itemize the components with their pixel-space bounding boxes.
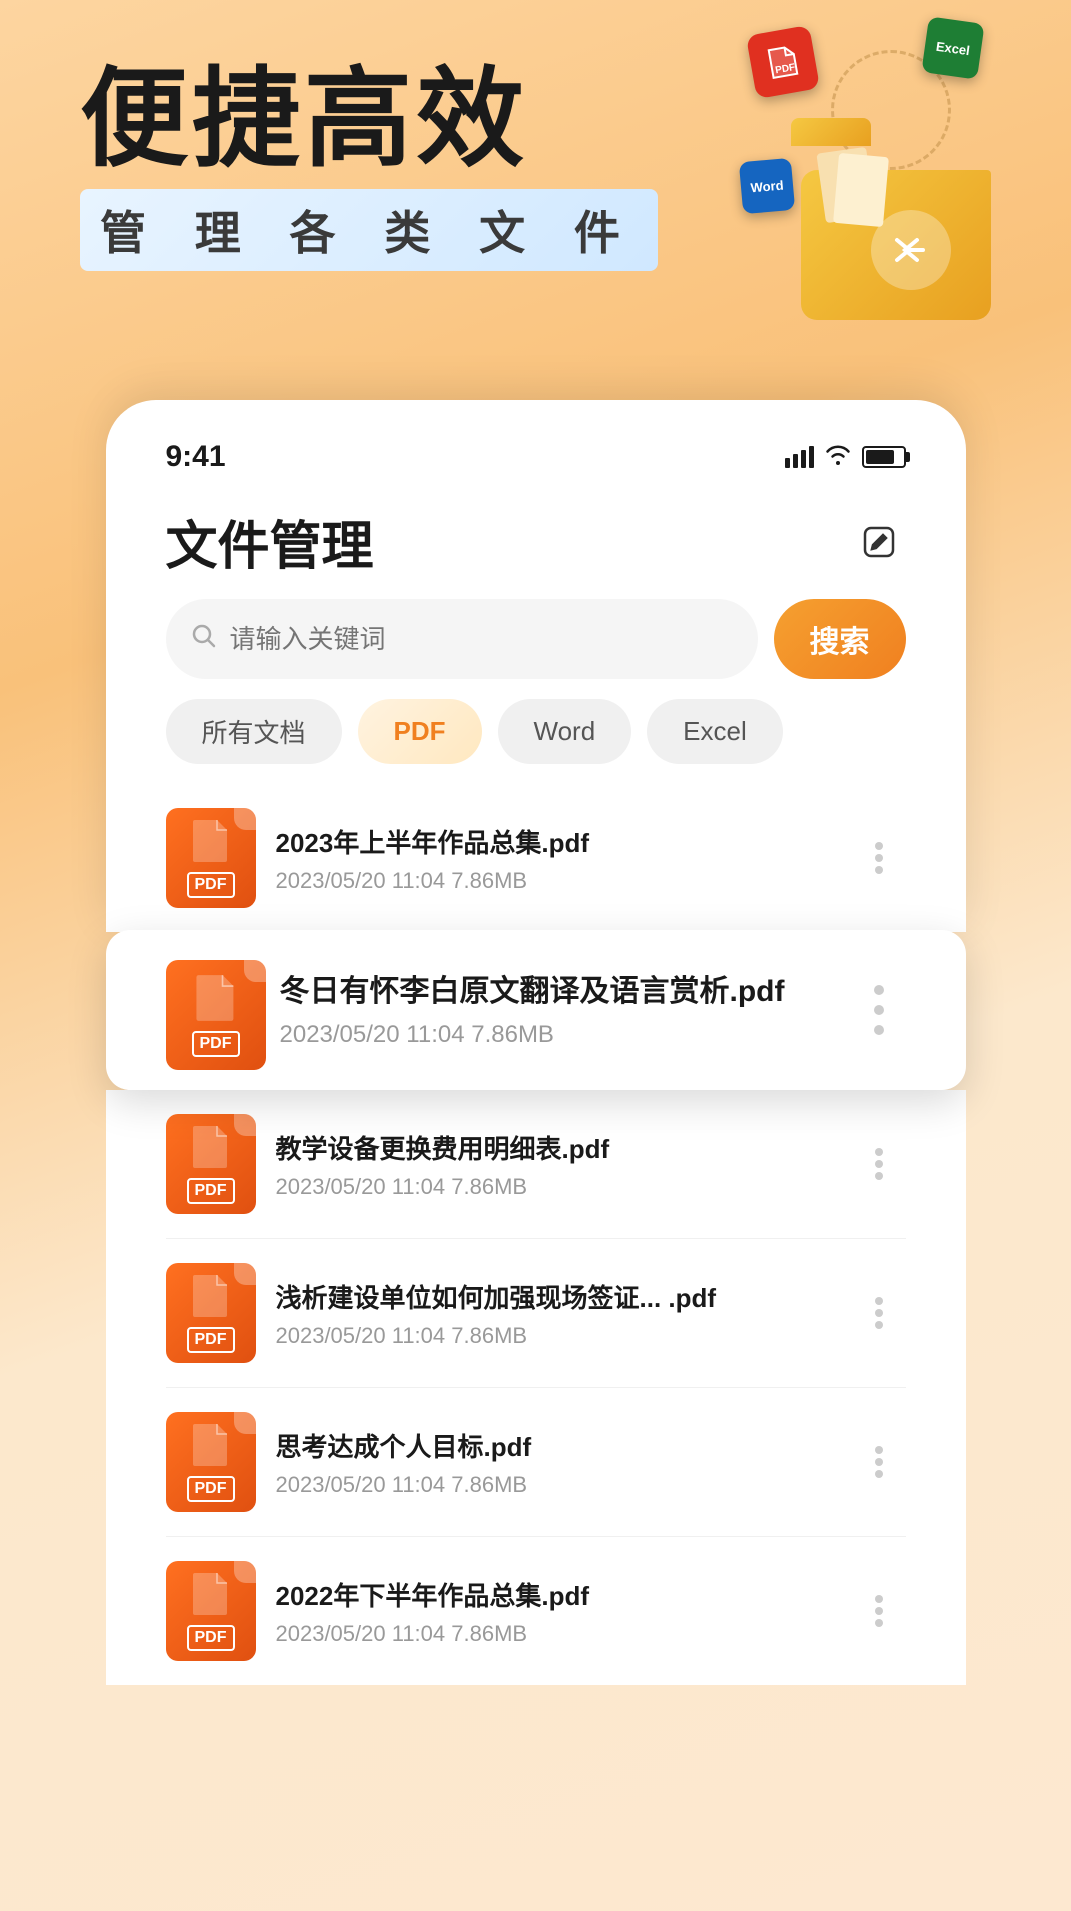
file-name: 2022年下半年作品总集.pdf <box>276 1576 776 1613</box>
tab-word[interactable]: Word <box>498 699 632 764</box>
file-info: 2023年上半年作品总集.pdf 2023/05/20 11:04 7.86MB <box>276 823 832 894</box>
word-floating-icon: Word <box>739 158 795 214</box>
file-icon: PDF <box>166 808 256 908</box>
lower-file-list: PDF 教学设备更换费用明细表.pdf 2023/05/20 11:04 7.8… <box>106 1090 966 1685</box>
table-row[interactable]: PDF 2023年上半年作品总集.pdf 2023/05/20 11:04 7.… <box>166 784 906 932</box>
file-name: 2023年上半年作品总集.pdf <box>276 823 776 860</box>
file-name: 思考达成个人目标.pdf <box>276 1427 776 1464</box>
file-info: 2022年下半年作品总集.pdf 2023/05/20 11:04 7.86MB <box>276 1576 832 1647</box>
status-time: 9:41 <box>166 440 226 474</box>
folder-tab <box>791 118 871 146</box>
file-name-active: 冬日有怀李白原文翻译及语言赏析.pdf <box>280 972 828 1011</box>
app-header: 文件管理 <box>146 494 926 599</box>
status-icons <box>785 443 906 471</box>
signal-bars-icon <box>785 446 814 468</box>
hero-icons: PDF Excel Word <box>731 20 1011 320</box>
file-more-button[interactable] <box>852 838 906 878</box>
file-more-button[interactable] <box>852 1144 906 1184</box>
file-meta: 2023/05/20 11:04 7.86MB <box>276 1472 832 1498</box>
folder-icon <box>791 140 991 320</box>
search-icon <box>190 622 218 657</box>
pdf-floating-icon: PDF <box>746 25 820 99</box>
tab-excel[interactable]: Excel <box>647 699 783 764</box>
file-icon: PDF <box>166 1263 256 1363</box>
file-icon: PDF <box>166 1561 256 1661</box>
folder-body <box>801 170 991 320</box>
search-button[interactable]: 搜索 <box>774 599 906 679</box>
file-more-button[interactable] <box>852 1293 906 1333</box>
file-item-active[interactable]: PDF 冬日有怀李白原文翻译及语言赏析.pdf 2023/05/20 11:04… <box>106 930 966 1090</box>
search-input-wrap[interactable] <box>166 599 758 679</box>
file-name: 浅析建设单位如何加强现场签证... .pdf <box>276 1278 776 1315</box>
file-info: 浅析建设单位如何加强现场签证... .pdf 2023/05/20 11:04 … <box>276 1278 832 1349</box>
status-bar: 9:41 <box>146 430 926 484</box>
file-meta: 2023/05/20 11:04 7.86MB <box>276 1174 832 1200</box>
file-info: 思考达成个人目标.pdf 2023/05/20 11:04 7.86MB <box>276 1427 832 1498</box>
file-icon: PDF <box>166 1114 256 1214</box>
table-row[interactable]: PDF 浅析建设单位如何加强现场签证... .pdf 2023/05/20 11… <box>166 1239 906 1388</box>
battery-icon <box>862 446 906 468</box>
file-info: 教学设备更换费用明细表.pdf 2023/05/20 11:04 7.86MB <box>276 1129 832 1200</box>
filter-tabs: 所有文档 PDF Word Excel <box>146 699 926 784</box>
table-row[interactable]: PDF 思考达成个人目标.pdf 2023/05/20 11:04 7.86MB <box>166 1388 906 1537</box>
file-info-active: 冬日有怀李白原文翻译及语言赏析.pdf 2023/05/20 11:04 7.8… <box>280 972 828 1049</box>
file-more-button[interactable] <box>852 1591 906 1631</box>
search-input[interactable] <box>230 624 734 655</box>
search-container: 搜索 <box>146 599 926 699</box>
file-icon: PDF <box>166 1412 256 1512</box>
file-more-active[interactable] <box>852 990 906 1030</box>
file-meta: 2023/05/20 11:04 7.86MB <box>276 868 832 894</box>
hero-section: 便捷高效 管 理 各 类 文 件 PDF Excel Word <box>0 0 1071 380</box>
file-name: 教学设备更换费用明细表.pdf <box>276 1129 776 1166</box>
file-meta-active: 2023/05/20 11:04 7.86MB <box>280 1021 828 1049</box>
tab-pdf[interactable]: PDF <box>358 699 482 764</box>
edit-icon[interactable] <box>852 515 906 569</box>
phone-container: 9:41 <box>0 400 1071 1685</box>
file-meta: 2023/05/20 11:04 7.86MB <box>276 1323 832 1349</box>
file-list: PDF 2023年上半年作品总集.pdf 2023/05/20 11:04 7.… <box>146 784 926 932</box>
excel-floating-icon: Excel <box>921 16 984 79</box>
phone-mockup: 9:41 <box>106 400 966 932</box>
table-row[interactable]: PDF 教学设备更换费用明细表.pdf 2023/05/20 11:04 7.8… <box>166 1090 906 1239</box>
tab-all-docs[interactable]: 所有文档 <box>166 699 342 764</box>
hero-subtitle: 管 理 各 类 文 件 <box>80 189 658 271</box>
file-icon-active: PDF <box>166 960 256 1060</box>
app-title: 文件管理 <box>166 504 374 579</box>
table-row[interactable]: PDF 2022年下半年作品总集.pdf 2023/05/20 11:04 7.… <box>166 1537 906 1685</box>
wifi-icon <box>824 443 852 471</box>
file-meta: 2023/05/20 11:04 7.86MB <box>276 1621 832 1647</box>
file-more-button[interactable] <box>852 1442 906 1482</box>
